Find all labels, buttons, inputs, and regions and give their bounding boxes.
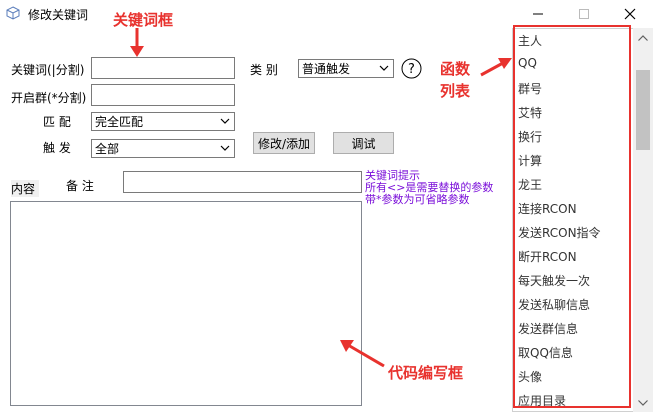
help-question-icon[interactable]: ? [401,58,422,79]
category-select-value: 普通触发 [302,62,351,76]
function-list-annotation-line2: 列表 [440,82,471,100]
debug-button[interactable]: 调试 [333,132,394,154]
keyword-input[interactable] [91,57,235,79]
minimize-button[interactable] [515,0,561,28]
keyword-label: 关键词(|分割) [11,63,85,77]
scroll-up-icon[interactable] [638,35,648,41]
modify-add-button[interactable]: 修改/添加 [253,132,315,154]
hint-line-optional: 带*参数为可省略参数 [365,193,470,206]
app-cube-icon [6,6,20,20]
groups-label: 开启群(*分割) [11,91,87,105]
match-select[interactable]: 完全匹配 [91,112,235,131]
function-list-arrow-annotation-icon [480,58,512,77]
trigger-select-value: 全部 [95,142,120,156]
match-label: 匹 配 [43,115,71,129]
code-box-arrow-annotation-icon [340,340,385,368]
close-icon [624,8,636,20]
scroll-down-icon[interactable] [638,400,648,406]
maximize-icon [579,9,589,19]
trigger-select[interactable]: 全部 [91,139,235,158]
code-box-annotation: 代码编写框 [388,364,464,382]
down-arrow-annotation-icon [130,28,144,57]
groups-input[interactable] [91,84,235,106]
window-title: 修改关键词 [28,8,89,22]
function-list-scroll-thumb[interactable] [636,70,650,150]
chevron-down-icon [379,65,389,71]
function-list-annotation-line1: 函数 [440,60,471,78]
remark-label: 备 注 [66,179,94,193]
code-editor[interactable] [10,201,362,406]
category-label: 类 别 [250,63,278,77]
chevron-down-icon [220,145,230,151]
close-button[interactable] [607,0,653,28]
keyword-box-annotation: 关键词框 [113,11,174,29]
svg-text:?: ? [408,62,415,77]
category-select[interactable]: 普通触发 [298,59,394,78]
maximize-button[interactable] [561,0,607,28]
trigger-label: 触 发 [43,141,71,155]
minimize-icon [533,13,543,15]
chevron-down-icon [220,118,230,124]
match-select-value: 完全匹配 [95,115,144,129]
content-label: 内容 [11,180,40,197]
remark-input[interactable] [123,171,362,193]
function-list-highlight-frame [513,25,631,408]
